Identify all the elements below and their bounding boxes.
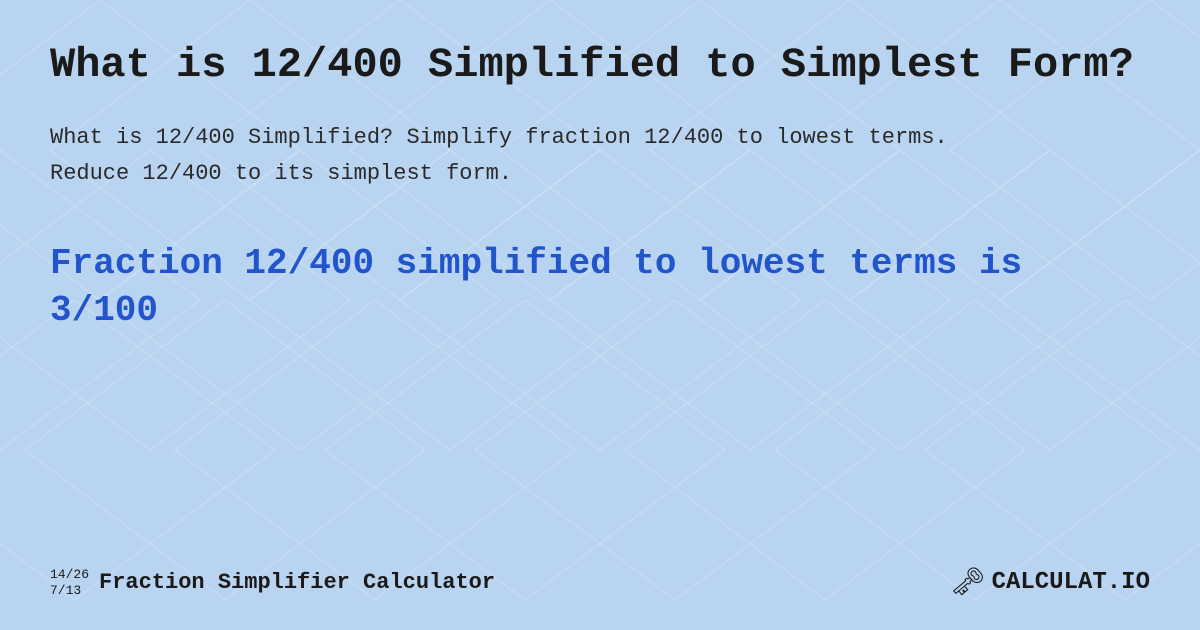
- key-icon: 🗝: [950, 565, 986, 600]
- footer: 14/26 7/13 Fraction Simplifier Calculato…: [50, 555, 1150, 600]
- footer-fraction: 14/26 7/13: [50, 567, 89, 598]
- footer-fraction-top: 14/26: [50, 567, 89, 583]
- footer-brand-label: Fraction Simplifier Calculator: [99, 570, 495, 595]
- description-text: What is 12/400 Simplified? Simplify frac…: [50, 120, 950, 190]
- footer-fraction-bottom: 7/13: [50, 583, 89, 599]
- logo-text: CALCULAT.IO: [992, 569, 1150, 596]
- footer-logo: 🗝 CALCULAT.IO: [950, 565, 1150, 600]
- page-title: What is 12/400 Simplified to Simplest Fo…: [50, 40, 1150, 90]
- result-section: Fraction 12/400 simplified to lowest ter…: [50, 241, 1150, 555]
- footer-left: 14/26 7/13 Fraction Simplifier Calculato…: [50, 567, 495, 598]
- result-title: Fraction 12/400 simplified to lowest ter…: [50, 241, 1150, 335]
